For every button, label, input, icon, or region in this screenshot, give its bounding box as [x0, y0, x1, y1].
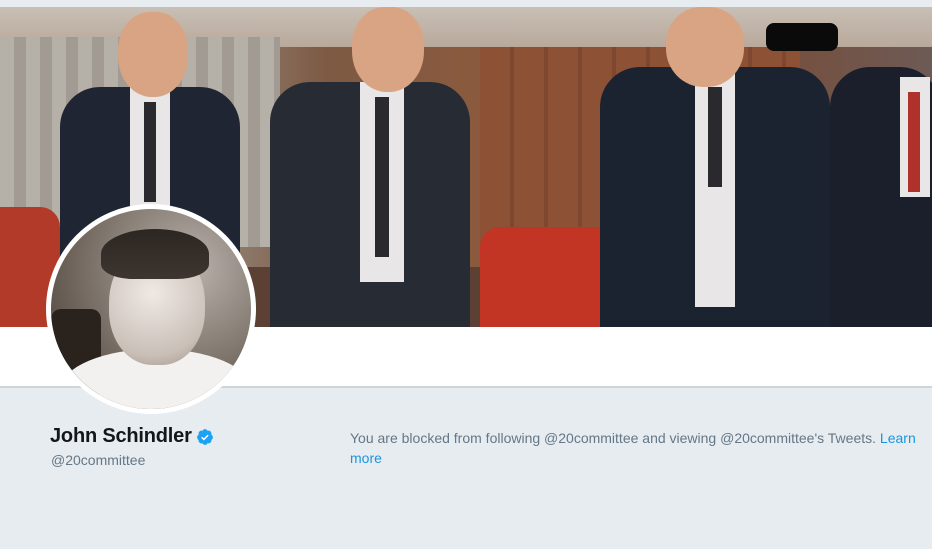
- blocked-notice: You are blocked from following @20commit…: [350, 428, 920, 468]
- profile-name-row: John Schindler: [50, 425, 214, 448]
- profile-display-name[interactable]: John Schindler: [50, 425, 192, 448]
- blocked-notice-text: You are blocked from following @20commit…: [350, 430, 880, 446]
- profile-avatar[interactable]: [46, 204, 256, 414]
- banner-redaction-box: [766, 23, 838, 51]
- profile-handle[interactable]: @20committee: [51, 452, 145, 468]
- verified-badge-icon: [196, 428, 214, 446]
- avatar-photo: [51, 209, 251, 409]
